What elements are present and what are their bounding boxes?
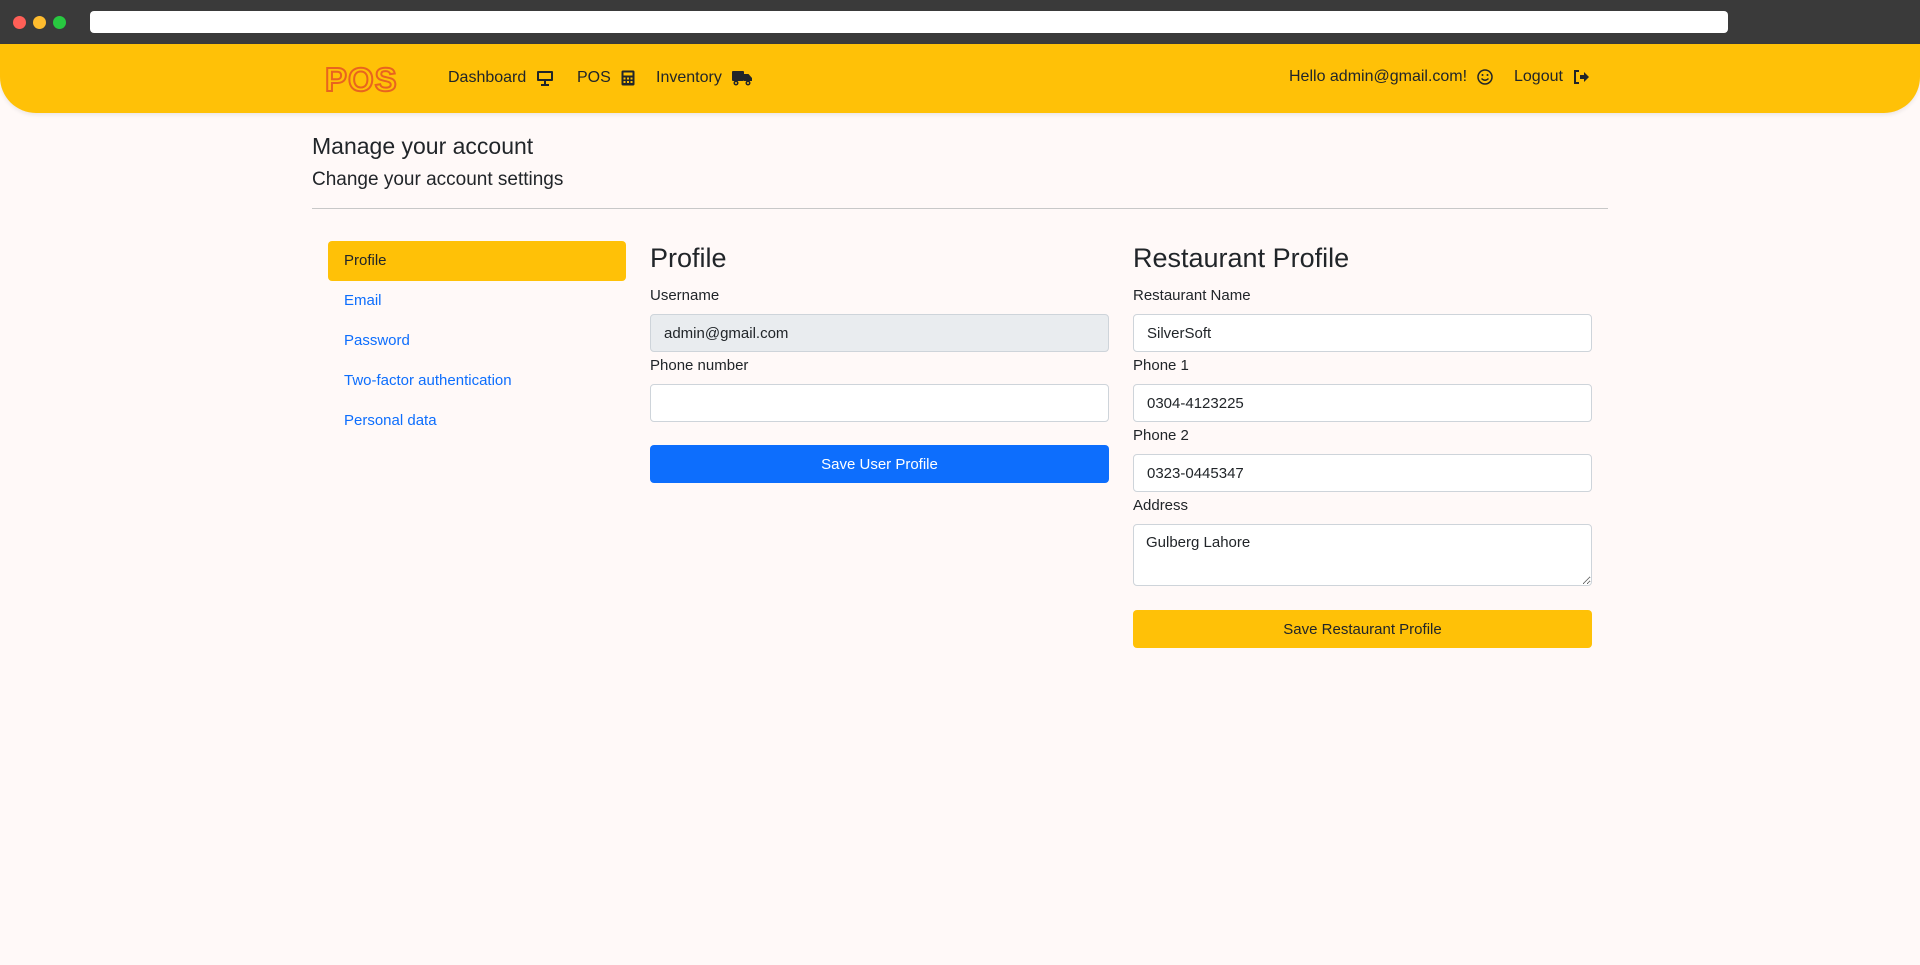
sidebar-item-email[interactable]: Email (328, 281, 626, 321)
address-bar[interactable] (90, 11, 1728, 33)
sidebar-item-profile[interactable]: Profile (328, 241, 626, 281)
window-close-button[interactable] (13, 16, 26, 29)
sidebar-item-two-factor[interactable]: Two-factor authentication (328, 361, 626, 401)
nav-inventory-link[interactable]: Inventory (656, 69, 753, 87)
nav-pos-label: POS (577, 69, 611, 86)
page: POS Dashboard POS Inventory Hello admin@… (0, 44, 1920, 965)
restaurant-name-label: Restaurant Name (1133, 287, 1251, 304)
page-subtitle: Change your account settings (312, 169, 564, 190)
username-label: Username (650, 287, 720, 304)
logout-link[interactable]: Logout (1514, 68, 1590, 86)
pos-logo[interactable]: POS (325, 64, 410, 94)
smile-icon (1477, 69, 1493, 85)
calculator-icon (621, 70, 635, 86)
window-maximize-button[interactable] (53, 16, 66, 29)
browser-chrome (0, 0, 1920, 44)
phone1-field[interactable] (1133, 384, 1592, 422)
phone-number-field[interactable] (650, 384, 1109, 422)
user-greeting-label: Hello admin@gmail.com! (1289, 68, 1468, 85)
truck-icon (731, 71, 752, 86)
restaurant-name-field[interactable] (1133, 314, 1592, 352)
phone2-field[interactable] (1133, 454, 1592, 492)
address-field[interactable]: Gulberg Lahore (1133, 524, 1592, 586)
username-field (650, 314, 1109, 352)
phone2-label: Phone 2 (1133, 427, 1189, 444)
sidebar-item-personal-data[interactable]: Personal data (328, 401, 626, 441)
sign-out-icon (1573, 70, 1589, 84)
restaurant-profile-title: Restaurant Profile (1133, 243, 1350, 273)
nav-inventory-label: Inventory (656, 69, 722, 86)
save-user-profile-button[interactable]: Save User Profile (650, 445, 1109, 483)
window-minimize-button[interactable] (33, 16, 46, 29)
monitor-icon (537, 71, 554, 86)
sidebar-item-password[interactable]: Password (328, 321, 626, 361)
svg-text:POS: POS (325, 64, 398, 94)
profile-title: Profile (650, 243, 727, 273)
nav-dashboard-label: Dashboard (448, 69, 527, 86)
nav-dashboard-link[interactable]: Dashboard (448, 69, 554, 87)
phone-number-label: Phone number (650, 357, 749, 374)
save-restaurant-profile-button[interactable]: Save Restaurant Profile (1133, 610, 1592, 648)
nav-pos-link[interactable]: POS (577, 69, 635, 87)
header-divider (312, 208, 1608, 209)
address-label: Address (1133, 497, 1189, 514)
user-greeting[interactable]: Hello admin@gmail.com! (1289, 68, 1493, 86)
page-title: Manage your account (312, 133, 534, 159)
account-sidebar: Profile Email Password Two-factor authen… (328, 241, 626, 441)
top-navbar: POS Dashboard POS Inventory Hello admin@… (0, 44, 1920, 113)
phone1-label: Phone 1 (1133, 357, 1189, 374)
logout-label: Logout (1514, 68, 1563, 85)
